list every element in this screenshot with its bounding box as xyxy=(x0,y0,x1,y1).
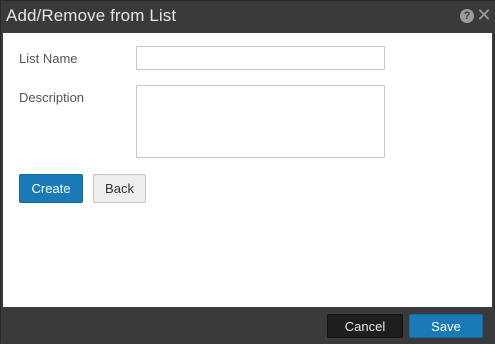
help-icon[interactable]: ? xyxy=(460,9,474,23)
close-icon[interactable]: ✕ xyxy=(476,6,492,24)
dialog-title: Add/Remove from List xyxy=(6,6,177,25)
description-textarea[interactable] xyxy=(136,85,385,158)
dialog-footer: Cancel Save xyxy=(1,307,495,344)
list-name-input[interactable] xyxy=(136,46,385,70)
list-name-label: List Name xyxy=(19,51,78,66)
dialog-titlebar: Add/Remove from List ? ✕ xyxy=(1,1,495,33)
description-label: Description xyxy=(19,90,85,105)
dialog-body: List Name Description Create Back xyxy=(3,33,492,307)
create-button[interactable]: Create xyxy=(19,174,83,203)
add-remove-list-dialog: Add/Remove from List ? ✕ List Name Descr… xyxy=(0,0,495,344)
cancel-button[interactable]: Cancel xyxy=(327,314,403,338)
back-button[interactable]: Back xyxy=(93,174,146,203)
save-button[interactable]: Save xyxy=(409,314,483,338)
